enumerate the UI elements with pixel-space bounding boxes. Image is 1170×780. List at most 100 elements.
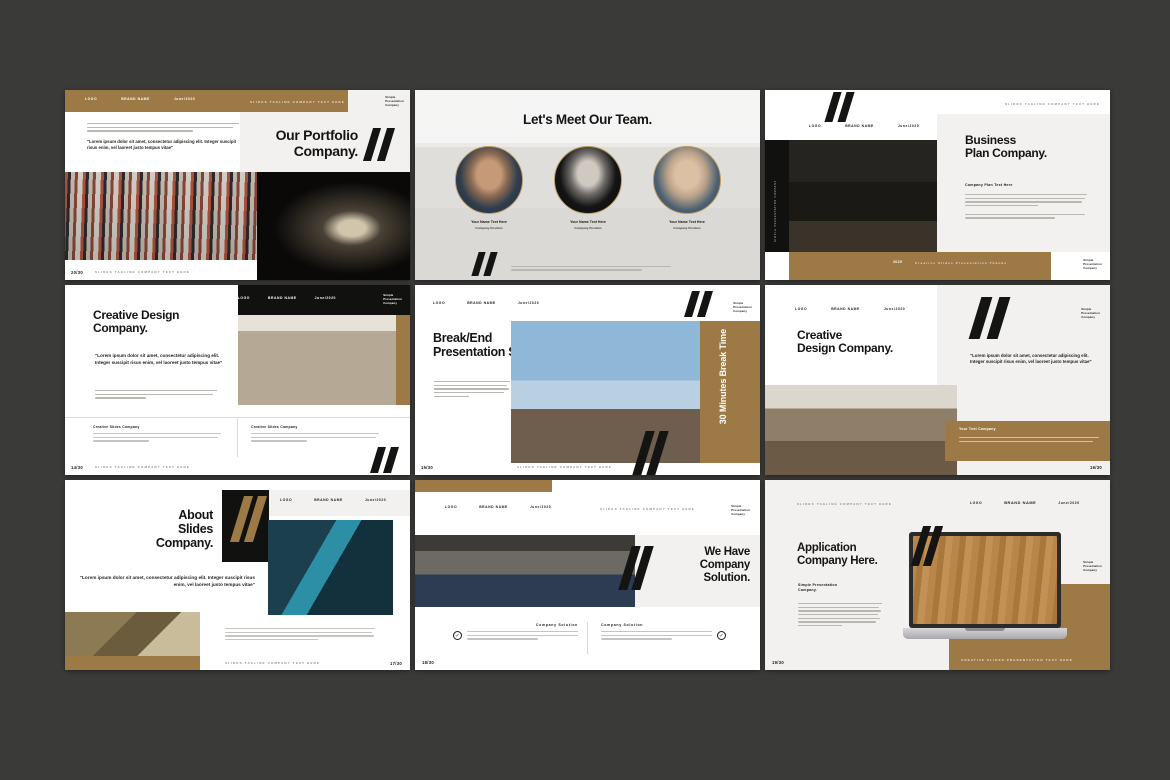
slide5-nav[interactable]: LOGO BRAND NAME June/2020 xyxy=(433,301,539,305)
nav-date[interactable]: June/2020 xyxy=(174,97,195,101)
slide-meet-our-team[interactable]: Let's Meet Our Team. Your Name Text Here… xyxy=(415,90,760,280)
slide8-nav[interactable]: LOGO BRAND NAME June/2020 xyxy=(445,505,551,509)
nav-date[interactable]: June/2020 xyxy=(365,498,386,502)
avatar-1 xyxy=(455,146,523,214)
slide4-col-1: Creative Slides Company xyxy=(93,425,221,444)
nav-brand[interactable]: BRAND NAME xyxy=(479,505,508,509)
brand-block: Simple Presentation Company xyxy=(385,95,404,107)
solution-col-1: Company Solution ✓ xyxy=(453,623,578,642)
header-tagline: SLIDES TAGLINE COMPANY TEXT HERE xyxy=(600,507,695,511)
slash-logo-icon xyxy=(632,431,669,475)
col1-head: Creative Slides Company xyxy=(93,425,140,429)
sidebar-vertical-text: SIMPLE PRESENTATION COMPANY xyxy=(774,180,777,242)
slide-business-plan[interactable]: SLIDES TAGLINE COMPANY TEXT HERE LOGO BR… xyxy=(765,90,1110,280)
brand-line-3: Company xyxy=(383,301,398,306)
brand-line-3: Company xyxy=(1083,568,1098,573)
slide3-title: Business Plan Company. xyxy=(965,133,1105,161)
nav-brand[interactable]: BRAND NAME xyxy=(845,124,874,128)
avatar-2 xyxy=(554,146,622,214)
nav-date[interactable]: June/2020 xyxy=(898,124,919,128)
brand-line-3: Company xyxy=(385,103,400,108)
slide5-body xyxy=(434,381,510,399)
slide8-pagenum: 18/30 xyxy=(422,660,434,665)
slide9-body xyxy=(798,603,882,629)
avatar-3 xyxy=(653,146,721,214)
nav-logo[interactable]: LOGO xyxy=(970,501,982,505)
slide6-nav[interactable]: LOGO BRAND NAME June/2020 xyxy=(795,307,905,311)
divider-vertical xyxy=(237,417,238,457)
top-gold-bar xyxy=(415,480,552,492)
nav-brand[interactable]: BRAND NAME xyxy=(1004,500,1036,505)
title-line-1: Our Portfolio xyxy=(275,127,359,143)
slide7-pagenum: 17/30 xyxy=(390,661,402,666)
slide9-footer-tagline: CREATIVE SLIDES PRESENTATION TEXT HERE xyxy=(961,658,1073,662)
slide7-footer-tagline: SLIDES TAGLINE COMPANY TEXT HERE xyxy=(225,661,320,665)
slide4-nav[interactable]: LOGO BRAND NAME June/2020 xyxy=(238,296,336,300)
title-line-2: Plan Company. xyxy=(965,146,1047,161)
slide3-footer-tagline: Creative Slides Presentation Thanks xyxy=(915,261,1008,265)
col2-head: Company Solution xyxy=(601,623,644,627)
nav-brand[interactable]: BRAND NAME xyxy=(467,301,496,305)
member-role: Company Position xyxy=(475,226,503,230)
nav-panel xyxy=(269,490,410,516)
slide3-nav[interactable]: LOGO BRAND NAME June/2020 xyxy=(809,124,919,128)
slide9-nav[interactable]: LOGO BRAND NAME June/2020 xyxy=(970,500,1080,505)
slash-logo-icon xyxy=(824,92,857,122)
slide-about-slides[interactable]: LOGO BRAND NAME June/2020 About Slides C… xyxy=(65,480,410,670)
title-line-2: Design Company. xyxy=(797,341,893,356)
nav-logo[interactable]: LOGO xyxy=(238,296,250,300)
slide4-pagenum: 14/30 xyxy=(71,465,83,470)
slide7-title: About Slides Company. xyxy=(83,508,213,550)
intro-lines xyxy=(87,123,239,132)
slide1-intro: "Lorem ipsum dolor sit amet, consectetur… xyxy=(87,123,239,151)
nav-date[interactable]: June/2020 xyxy=(884,307,905,311)
photo-shadow-vase xyxy=(65,612,200,656)
check-icon: ✓ xyxy=(453,631,462,640)
slide9-pagenum: 19/30 xyxy=(772,660,784,665)
nav-logo[interactable]: LOGO xyxy=(809,124,821,128)
slide-our-portfolio[interactable]: LOGO BRAND NAME June/2020 SLIDES TAGLINE… xyxy=(65,90,410,280)
slide-company-solution[interactable]: LOGO BRAND NAME June/2020 SLIDES TAGLINE… xyxy=(415,480,760,670)
nav-logo[interactable]: LOGO xyxy=(445,505,457,509)
title-line-1: Creative xyxy=(797,328,842,342)
card-body-lines xyxy=(959,437,1099,444)
slide3-pagenum: 2020 xyxy=(893,260,903,264)
title-line-3: Solution. xyxy=(703,571,751,584)
slide4-body xyxy=(95,390,217,401)
nav-date[interactable]: June/2020 xyxy=(530,505,551,509)
title-line-2: Company. xyxy=(293,142,359,159)
slide-creative-design-2[interactable]: LOGO BRAND NAME June/2020 Creative Desig… xyxy=(765,285,1110,475)
photo-two-women xyxy=(511,321,701,463)
slide3-body xyxy=(965,194,1087,221)
nav-date[interactable]: June/2020 xyxy=(1058,501,1079,505)
nav-logo[interactable]: LOGO xyxy=(280,498,292,502)
slash-logo-icon xyxy=(968,297,1011,339)
nav-logo[interactable]: LOGO xyxy=(85,97,97,101)
nav-brand[interactable]: BRAND NAME xyxy=(268,296,297,300)
slide1-nav[interactable]: LOGO BRAND NAME June/2020 xyxy=(85,97,195,101)
brand-line-3: Company xyxy=(1083,266,1098,271)
nav-brand[interactable]: BRAND NAME xyxy=(314,498,343,502)
nav-date[interactable]: June/2020 xyxy=(518,301,539,305)
slide7-nav[interactable]: LOGO BRAND NAME June/2020 xyxy=(280,498,386,502)
slash-logo-icon xyxy=(471,252,499,276)
brand-block: Simple Presentation Company xyxy=(1081,307,1100,319)
subhead-line-2: Company. xyxy=(798,587,818,592)
nav-logo[interactable]: LOGO xyxy=(795,307,807,311)
slide-creative-design-1[interactable]: LOGO BRAND NAME June/2020 Simple Present… xyxy=(65,285,410,475)
brand-block: Simple Presentation Company xyxy=(383,293,402,305)
brand-block: Simple Presentation Company xyxy=(1083,560,1102,572)
break-time-vertical-text: 30 Minutes Break Time xyxy=(718,329,728,425)
brand-line-3: Company xyxy=(733,309,748,314)
right-gold-strip xyxy=(396,315,410,405)
title-line-2: Slides xyxy=(177,522,213,536)
slide-break-end[interactable]: LOGO BRAND NAME June/2020 Simple Present… xyxy=(415,285,760,475)
brand-block: Simple Presentation Company xyxy=(1083,258,1102,270)
nav-brand[interactable]: BRAND NAME xyxy=(121,97,150,101)
slide-application-company[interactable]: SLIDES TAGLINE COMPANY TEXT HERE LOGO BR… xyxy=(765,480,1110,670)
nav-logo[interactable]: LOGO xyxy=(433,301,445,305)
nav-date[interactable]: June/2020 xyxy=(315,296,336,300)
title-line-2: Company xyxy=(699,558,751,571)
member-name: Your Name Text Here xyxy=(570,220,606,224)
nav-brand[interactable]: BRAND NAME xyxy=(831,307,860,311)
